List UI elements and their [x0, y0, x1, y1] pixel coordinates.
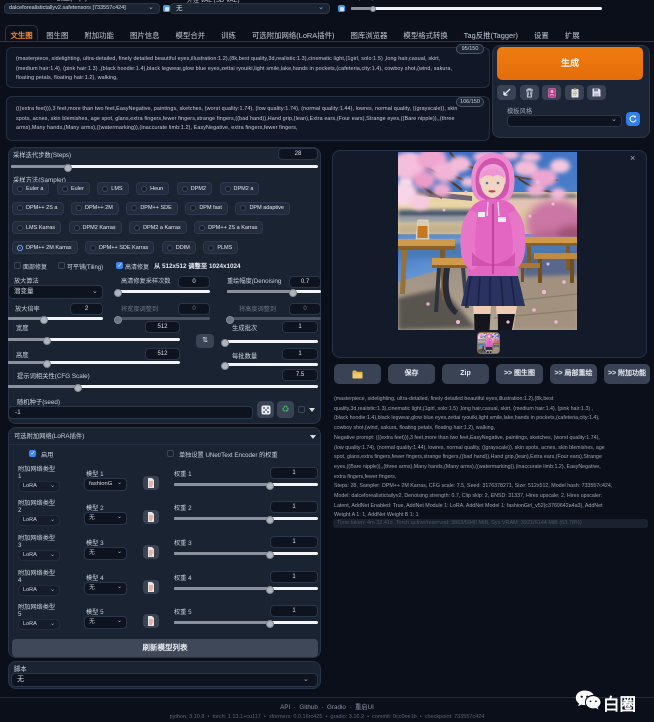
svg-text:白圈: 白圈 [603, 694, 636, 714]
